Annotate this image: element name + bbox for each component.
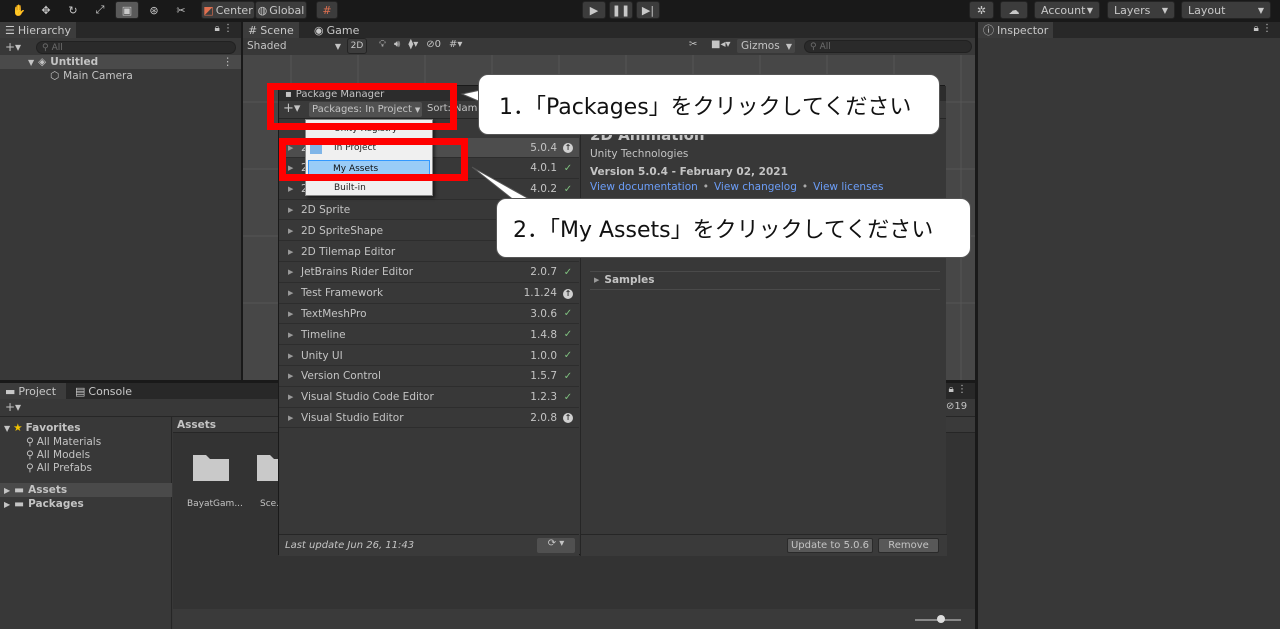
callout-step1: 1．「Packages」をクリックしてください [478,74,940,135]
callout-step2: 2．「My Assets」をクリックしてください [496,198,971,258]
